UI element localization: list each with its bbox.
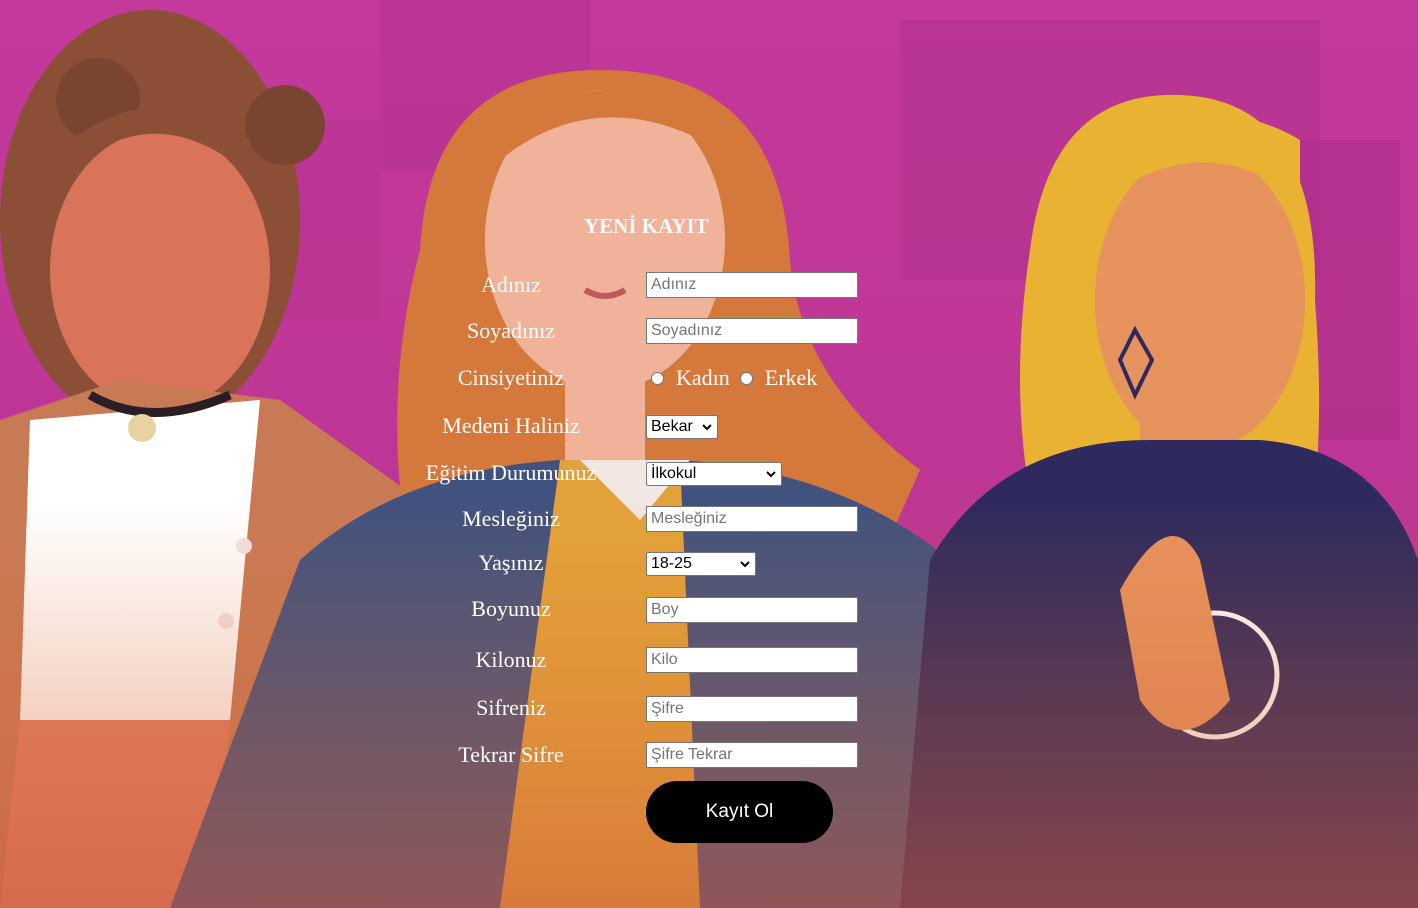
label-meslek: Mesleğiniz <box>462 506 560 531</box>
registration-form: YENİ KAYIT Adınız Soyadınız Cinsiyetiniz… <box>0 0 1418 908</box>
password-repeat-input[interactable] <box>646 742 858 768</box>
surname-input[interactable] <box>646 318 858 344</box>
gender-label-erkek: Erkek <box>764 365 818 390</box>
form-title: YENİ KAYIT <box>584 214 709 238</box>
occupation-input[interactable] <box>646 506 858 532</box>
gender-radio-kadin[interactable] <box>651 371 664 385</box>
name-input[interactable] <box>646 272 858 298</box>
label-kilo: Kilonuz <box>475 647 547 672</box>
label-cinsiyet: Cinsiyetiniz <box>457 365 565 390</box>
chevron-down-icon <box>702 424 712 431</box>
label-medeni: Medeni Haliniz <box>442 413 580 438</box>
marital-status-value: Bekar <box>651 418 693 435</box>
label-sifre: Sifreniz <box>476 695 546 720</box>
label-yas: Yaşınız <box>478 550 544 575</box>
gender-label-kadin: Kadın <box>676 365 730 390</box>
label-sifre-tekrar: Tekrar Sifre <box>458 742 564 767</box>
register-button[interactable]: Kayıt Ol <box>646 781 833 843</box>
weight-input[interactable] <box>646 647 858 673</box>
label-boy: Boyunuz <box>471 596 551 621</box>
label-adiniz: Adınız <box>481 272 541 297</box>
label-egitim: Eğitim Durumunuz <box>425 460 597 485</box>
chevron-down-icon <box>766 471 776 478</box>
age-value: 18-25 <box>651 555 692 572</box>
education-select[interactable]: İlkokul <box>646 462 782 486</box>
password-input[interactable] <box>646 696 858 722</box>
gender-radio-group: Kadın Erkek <box>651 365 827 391</box>
age-select[interactable]: 18-25 <box>646 552 756 576</box>
gender-radio-erkek[interactable] <box>739 371 753 385</box>
marital-status-select[interactable]: Bekar <box>646 415 718 439</box>
label-soyadiniz: Soyadınız <box>467 318 555 343</box>
education-value: İlkokul <box>651 465 697 482</box>
height-input[interactable] <box>646 597 858 623</box>
chevron-down-icon <box>740 561 750 568</box>
